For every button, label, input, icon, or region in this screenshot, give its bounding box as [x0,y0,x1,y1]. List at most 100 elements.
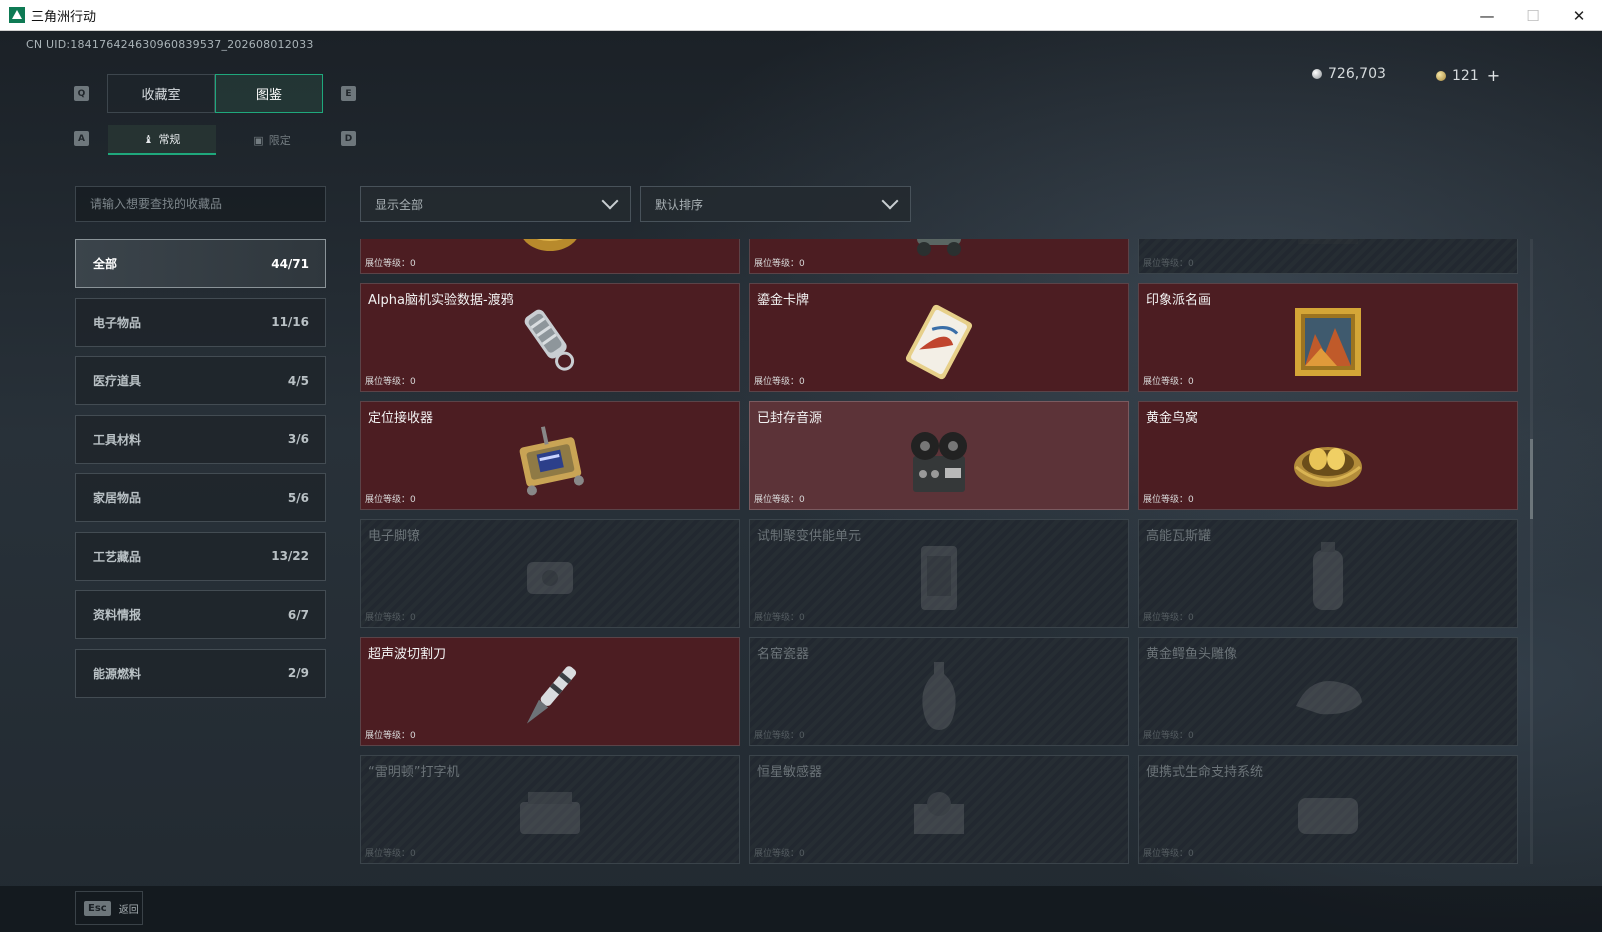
collectible-card[interactable]: 展位等级：0 [749,239,1129,274]
booth-level-value: 0 [799,259,805,269]
booth-level: 展位等级：0 [365,374,416,387]
category-item[interactable]: 家居物品 5/6 [75,473,326,522]
minimize-button[interactable]: — [1464,0,1510,31]
booth-level-label: 展位等级： [365,259,411,269]
collectible-card[interactable]: 试制聚变供能单元 展位等级：0 [749,519,1129,628]
porcelain-vase-icon [901,658,977,734]
booth-level-label: 展位等级： [754,495,800,505]
booth-level-label: 展位等级： [1143,377,1189,387]
category-item[interactable]: 工艺藏品 13/22 [75,531,326,581]
booth-level-label: 展位等级： [365,495,411,505]
collectible-card[interactable]: 展位等级：0 [360,239,740,274]
chevron-down-icon [601,192,619,210]
gold-coin-icon [1436,70,1446,81]
collectible-card[interactable]: 展位等级：0 [1138,239,1518,274]
booth-level-value: 0 [410,259,416,269]
booth-level: 展位等级：0 [754,492,805,505]
booth-level-label: 展位等级： [1143,731,1189,741]
tab-regular[interactable]: ♝ 常规 [108,125,216,155]
tab-regular-label: 常规 [158,133,181,146]
collectible-name: 高能瓦斯罐 [1146,529,1212,544]
back-label: 返回 [118,904,139,916]
category-item[interactable]: 医疗道具 4/5 [75,356,326,405]
gas-canister-icon [1290,540,1366,616]
booth-level-value: 0 [410,377,416,387]
collectible-card[interactable]: 已封存音源 展位等级：0 [749,401,1129,510]
collectible-card[interactable]: 印象派名画 展位等级：0 [1138,283,1518,392]
collectible-name: 黄金鳄鱼头雕像 [1146,647,1238,662]
app-logo-icon [9,7,25,23]
collectible-card[interactable]: 恒星敏感器展位等级：0 [749,755,1129,864]
footer-bar: Esc 返回 [0,886,1602,932]
key-hint-e: E [341,86,356,101]
booth-level: 展位等级：0 [365,610,416,623]
collectible-card[interactable]: 高能瓦斯罐展位等级：0 [1138,519,1518,628]
grid-scrollbar[interactable] [1530,239,1533,864]
add-currency-button[interactable]: + [1487,66,1500,85]
collectible-card[interactable]: 定位接收器 展位等级：0 [360,401,740,510]
category-item[interactable]: 工具材料 3/6 [75,414,326,464]
category-label: 全部 [93,257,118,271]
close-button[interactable]: ✕ [1556,0,1602,31]
booth-level-label: 展位等级： [1143,849,1189,859]
search-input[interactable] [90,197,311,211]
category-label: 能源燃料 [93,666,142,681]
collectible-name: 黄金鸟窝 [1146,411,1199,426]
category-label: 医疗道具 [93,374,142,388]
booth-level-value: 0 [1188,613,1194,623]
category-item[interactable]: 电子物品 11/16 [75,297,326,347]
tab-collection-room[interactable]: 收藏室 [107,74,215,113]
key-hint-a: A [74,131,89,146]
collectible-name: 超声波切割刀 [368,647,447,662]
collectible-name: 恒星敏感器 [757,765,823,780]
category-item[interactable]: 能源燃料 2/9 [75,648,326,698]
booth-level: 展位等级：0 [754,374,805,387]
collectible-card[interactable]: 鎏金卡牌 展位等级：0 [749,283,1129,392]
category-count: 44/71 [271,256,309,271]
category-count: 11/16 [271,315,309,329]
tab-codex[interactable]: 图鉴 [215,74,323,113]
category-count: 13/22 [271,549,309,563]
collectible-name: 名窑瓷器 [757,647,810,662]
collectible-card[interactable]: 黄金鳄鱼头雕像 展位等级：0 [1138,637,1518,746]
booth-level-label: 展位等级： [1143,613,1189,623]
maximize-button[interactable]: ☐ [1510,0,1556,31]
collectible-card[interactable]: 黄金鸟窝展位等级：0 [1138,401,1518,510]
collectible-card[interactable]: 超声波切割刀 展位等级：0 [360,637,740,746]
category-count: 3/6 [287,432,309,446]
category-item[interactable]: 资料情报 6/7 [75,590,326,639]
collectible-card[interactable]: 名窑瓷器 展位等级：0 [749,637,1129,746]
window-title: 三角洲行动 [31,9,97,25]
key-hint-d: D [341,131,356,146]
window-titlebar: 三角洲行动 — ☐ ✕ [0,0,1602,31]
golden-crocodile-icon [1290,658,1366,734]
sort-dropdown[interactable]: 默认排序 [640,186,911,222]
scrollbar-thumb[interactable] [1530,439,1533,519]
booth-level-label: 展位等级： [365,613,411,623]
collectible-card[interactable]: “雷明顿”打字机 展位等级：0 [360,755,740,864]
search-box[interactable] [75,186,326,222]
collectible-card[interactable]: 电子脚镣 展位等级：0 [360,519,740,628]
booth-level: 展位等级：0 [365,728,416,741]
collectible-name: 便携式生命支持系统 [1146,765,1264,780]
booth-level-label: 展位等级： [365,731,411,741]
category-label: 工艺藏品 [93,549,142,564]
tab-limited[interactable]: ▣ 限定 [218,125,326,155]
back-button[interactable]: Esc 返回 [75,891,143,925]
window-controls: — ☐ ✕ [1464,0,1602,31]
collectible-card[interactable]: 便携式生命支持系统 展位等级：0 [1138,755,1518,864]
booth-level: 展位等级：0 [1143,492,1194,505]
gilded-card-icon [901,304,977,380]
category-item[interactable]: 全部 44/71 [75,239,326,288]
game-viewport: CN UID:184176424630960839537_20260801203… [0,31,1602,932]
typewriter-icon [512,776,588,852]
booth-level-value: 0 [1188,377,1194,387]
booth-level-value: 0 [410,731,416,741]
collectible-card[interactable]: Alpha脑机实验数据-渡鸦 展位等级：0 [360,283,740,392]
display-filter-dropdown[interactable]: 显示全部 [360,186,631,222]
uid-label: CN UID:184176424630960839537_20260801203… [26,38,314,51]
booth-level: 展位等级：0 [754,846,805,859]
category-label: 家居物品 [93,491,142,505]
display-filter-value: 显示全部 [375,197,424,212]
collectible-name: 定位接收器 [368,411,434,426]
